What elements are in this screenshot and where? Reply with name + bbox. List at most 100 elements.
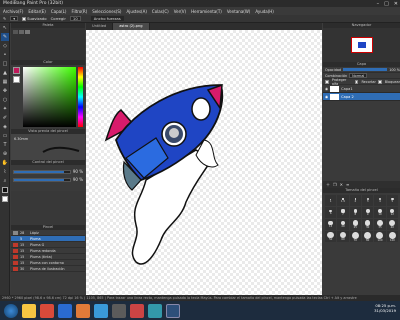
brush-size-cell[interactable]: 2: [349, 195, 361, 206]
clip-checkbox[interactable]: [354, 79, 359, 84]
brush-size-cell[interactable]: 1.5: [337, 195, 349, 206]
saturation-value-square[interactable]: [23, 67, 76, 127]
app-icon[interactable]: [94, 303, 108, 318]
palette-swatch[interactable]: [19, 30, 24, 34]
layer-row-selected[interactable]: ◉ Capa 2: [323, 93, 400, 101]
brush-size-cell[interactable]: 60: [337, 231, 349, 242]
tab-astro[interactable]: astro (2).png: [113, 23, 150, 30]
magic-wand-icon[interactable]: ✦: [1, 105, 9, 113]
window-title: MediBang Paint Pro (32bit): [3, 1, 63, 6]
select-pen-icon[interactable]: ✐: [1, 114, 9, 122]
brush-size-cell[interactable]: 10: [374, 207, 386, 218]
explorer-icon[interactable]: [22, 303, 36, 318]
suavizado-checkbox[interactable]: Suavizado: [22, 16, 47, 21]
brush-size-cell[interactable]: 80: [361, 231, 374, 242]
brush-size-cell[interactable]: 50: [325, 231, 337, 242]
palette-swatch[interactable]: [25, 30, 30, 34]
shape-tool-icon[interactable]: □: [1, 60, 9, 68]
brush-size-cell[interactable]: 40: [386, 219, 398, 230]
layer-row[interactable]: ◉ Capa1: [323, 85, 400, 93]
delete-layer-icon[interactable]: ✕: [340, 182, 343, 187]
menu-selecciones[interactable]: Selecciones(S): [92, 9, 121, 14]
menu-ver[interactable]: Ver(V): [174, 9, 186, 14]
brush-size-cell[interactable]: 35: [374, 219, 386, 230]
brush-size-cell[interactable]: 3: [361, 195, 374, 206]
eye-icon[interactable]: ◉: [325, 87, 328, 91]
lock-checkbox[interactable]: [377, 79, 382, 84]
corregir-input[interactable]: 10: [69, 16, 81, 21]
brush-mode-field[interactable]: ▾: [10, 16, 19, 21]
menu-ventana[interactable]: Ventana(W): [227, 9, 251, 14]
gradient-tool-icon[interactable]: ▦: [1, 78, 9, 86]
brush-size-cell[interactable]: 5: [386, 195, 398, 206]
app-icon[interactable]: [148, 303, 162, 318]
menu-archivo[interactable]: Archivo(F): [3, 9, 23, 14]
eraser-tool-icon[interactable]: ◇: [1, 42, 9, 50]
minimize-button[interactable]: –: [377, 1, 380, 7]
app-icon[interactable]: [130, 303, 144, 318]
brush-size-cell[interactable]: 1: [325, 195, 337, 206]
hand-tool-icon[interactable]: ✋: [1, 159, 9, 167]
hue-slider[interactable]: [78, 67, 83, 127]
menu-filtro[interactable]: Filtro(R): [71, 9, 87, 14]
dot-tool-icon[interactable]: •: [1, 51, 9, 59]
chrome-icon[interactable]: [40, 303, 54, 318]
color-fg-icon[interactable]: [1, 186, 9, 194]
brush-size-cell[interactable]: 25: [349, 219, 361, 230]
divide-tool-icon[interactable]: ▭: [1, 132, 9, 140]
operation-tool-icon[interactable]: ⊕: [1, 150, 9, 158]
color-bg-icon[interactable]: [1, 195, 9, 203]
menu-ajustes[interactable]: Ajustes(A): [126, 9, 146, 14]
move-tool-icon[interactable]: ✥: [1, 87, 9, 95]
protect-alpha-checkbox[interactable]: [325, 79, 329, 84]
text-tool-icon[interactable]: T: [1, 141, 9, 149]
ie-icon[interactable]: [58, 303, 72, 318]
select-eraser-icon[interactable]: ◈: [1, 123, 9, 131]
brush-size-cell[interactable]: 12: [386, 207, 398, 218]
brush-size-cell[interactable]: 15: [325, 219, 337, 230]
size-slider[interactable]: [13, 169, 71, 174]
brush-size-cell[interactable]: 100: [374, 231, 386, 242]
selection-tool-icon[interactable]: ↖: [1, 24, 9, 32]
brush-size-cell[interactable]: 70: [349, 231, 361, 242]
brush-tool-icon[interactable]: ✎: [1, 33, 9, 41]
palette-swatch[interactable]: [13, 30, 18, 34]
fill-tool-icon[interactable]: ▲: [1, 69, 9, 77]
menu-ayuda[interactable]: Ayuda(H): [255, 9, 274, 14]
brush-size-cell[interactable]: 120: [386, 231, 398, 242]
start-button-icon[interactable]: [4, 303, 18, 318]
brush-size-cell[interactable]: 9: [361, 207, 374, 218]
zoom-tool-icon[interactable]: ⌕: [1, 177, 9, 185]
menu-editar[interactable]: Editar(E): [28, 9, 46, 14]
brush-size-cell[interactable]: 7: [337, 207, 349, 218]
layer-opacity-slider[interactable]: [343, 68, 388, 71]
media-icon[interactable]: [76, 303, 90, 318]
brush-size-label: 120: [389, 238, 395, 242]
layer-name: Capa1: [341, 86, 353, 91]
eyedropper-icon[interactable]: ⌇: [1, 168, 9, 176]
duplicate-layer-icon[interactable]: ❐: [333, 182, 337, 187]
secondary-color-swatch[interactable]: [13, 76, 20, 83]
add-layer-icon[interactable]: ＋: [326, 182, 330, 188]
menu-colas[interactable]: Colas(C): [152, 9, 169, 14]
brush-size-cell[interactable]: 4: [374, 195, 386, 206]
navigator-view[interactable]: [323, 28, 400, 62]
opacity-slider[interactable]: [13, 177, 71, 182]
drawing-canvas[interactable]: [86, 30, 322, 295]
lasso-tool-icon[interactable]: ○: [1, 96, 9, 104]
maximize-button[interactable]: □: [384, 1, 389, 7]
eye-icon[interactable]: ◉: [325, 95, 328, 99]
menu-herramienta[interactable]: Herramienta(T): [191, 9, 222, 14]
menu-capa[interactable]: Capa(L): [51, 9, 67, 14]
medibang-taskbar-icon[interactable]: [166, 303, 180, 318]
app-icon[interactable]: [112, 303, 126, 318]
primary-color-swatch[interactable]: [13, 67, 20, 74]
brush-size-cell[interactable]: 30: [361, 219, 374, 230]
close-button[interactable]: ✕: [394, 1, 398, 7]
brush-item[interactable]: 30 Pluma de ilustración: [11, 266, 85, 272]
brush-size-cell[interactable]: 8: [349, 207, 361, 218]
brush-size-cell[interactable]: 20: [337, 219, 349, 230]
layer-menu-icon[interactable]: ≡: [346, 182, 349, 187]
brush-size-cell[interactable]: 6: [325, 207, 337, 218]
tab-untitled[interactable]: Untitled: [86, 23, 114, 30]
